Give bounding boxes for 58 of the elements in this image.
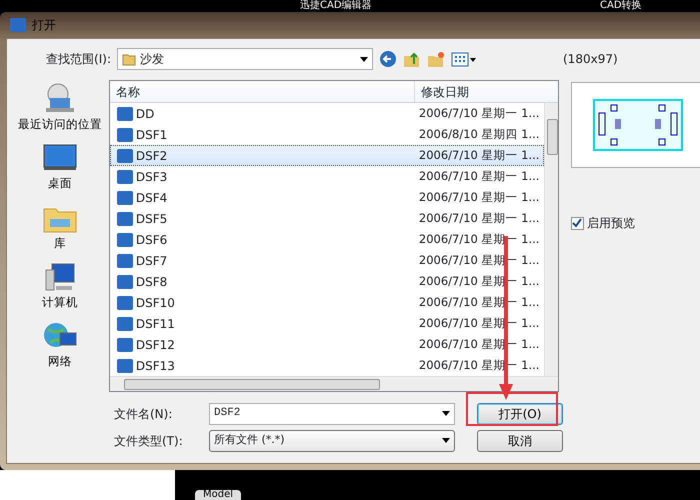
horizontal-scrollbar[interactable] <box>110 376 558 391</box>
file-row[interactable]: DD 2006/7/10 星期一 1... <box>110 103 544 124</box>
view-menu-icon[interactable] <box>451 51 477 67</box>
column-header[interactable]: 名称 <box>110 81 415 102</box>
new-folder-icon[interactable] <box>427 50 445 68</box>
caret-icon <box>360 56 368 62</box>
file-row[interactable]: DSF3 2006/7/10 星期一 1... <box>110 166 544 187</box>
place-label[interactable]: 网络 <box>48 353 72 370</box>
file-row[interactable]: DSF4 2006/7/10 星期一 1... <box>110 187 544 208</box>
file-name: DSF3 <box>136 168 168 186</box>
file-date: 2006/7/10 星期一 1... <box>418 188 540 206</box>
back-icon[interactable] <box>379 50 397 68</box>
place-label[interactable]: 桌面 <box>48 175 72 192</box>
file-date: 2006/8/10 星期四 1... <box>418 126 540 143</box>
file-name: DSF11 <box>136 316 175 332</box>
folder-icon <box>122 52 136 66</box>
look-in-dropdown[interactable]: 沙发 <box>117 48 373 70</box>
file-row[interactable]: DSF1 2006/8/10 星期四 1... <box>110 124 544 145</box>
caret-icon <box>442 411 450 416</box>
file-name: DD <box>136 106 154 122</box>
preview-size-label: (180x97) <box>563 51 618 68</box>
look-in-value: 沙发 <box>140 51 165 68</box>
preview-checkbox[interactable] <box>570 216 584 230</box>
look-in-label: 查找范围(I): <box>45 51 111 68</box>
model-tab[interactable]: Model <box>195 490 242 500</box>
caret-icon <box>442 438 450 443</box>
app-title: 迅捷CAD编辑器 <box>300 0 372 12</box>
place-label[interactable]: 计算机 <box>42 294 78 311</box>
field-label: 文件名(N): <box>114 406 174 422</box>
vertical-scrollbar[interactable] <box>544 103 558 376</box>
open-button[interactable]: 打开(O) <box>477 402 563 424</box>
cancel-button[interactable]: 取消 <box>477 430 563 452</box>
column-header[interactable]: 修改日期 <box>414 81 558 102</box>
app-menu-label: CAD转换 <box>600 0 642 12</box>
file-date: 2006/7/10 星期一 1... <box>418 104 540 122</box>
file-row[interactable]: DSF5 2006/7/10 星期一 1... <box>110 208 544 229</box>
file-name: DSF13 <box>136 358 175 374</box>
field-label: 文件类型(T): <box>114 432 184 450</box>
file-date: 2006/7/10 星期一 1... <box>418 168 540 185</box>
place-label[interactable]: 库 <box>54 234 66 252</box>
preview-checkbox-label: 启用预览 <box>586 215 635 232</box>
file-name: DSF8 <box>136 274 168 290</box>
file-name: DSF5 <box>136 210 168 228</box>
file-name: DSF4 <box>136 190 168 206</box>
file-name: DSF12 <box>136 336 175 354</box>
file-name: DSF2 <box>136 148 168 164</box>
dialog-title: 打开 <box>32 17 56 34</box>
file-name: DSF6 <box>136 232 168 248</box>
file-name: DSF10 <box>136 294 175 312</box>
file-name: DSF7 <box>136 252 168 270</box>
file-date: 2006/7/10 星期一 1... <box>418 146 540 164</box>
file-row[interactable]: DSF2 2006/7/10 星期一 1... <box>110 145 544 166</box>
file-date: 2006/7/10 星期一 1... <box>418 210 540 227</box>
up-folder-icon[interactable] <box>403 50 421 68</box>
place-label[interactable]: 最近访问的位置 <box>18 116 102 134</box>
file-name-field[interactable]: DSF2 <box>209 402 455 424</box>
file-name: DSF1 <box>136 126 168 144</box>
file-type-dropdown[interactable]: 所有文件 (*.*) <box>209 430 455 452</box>
